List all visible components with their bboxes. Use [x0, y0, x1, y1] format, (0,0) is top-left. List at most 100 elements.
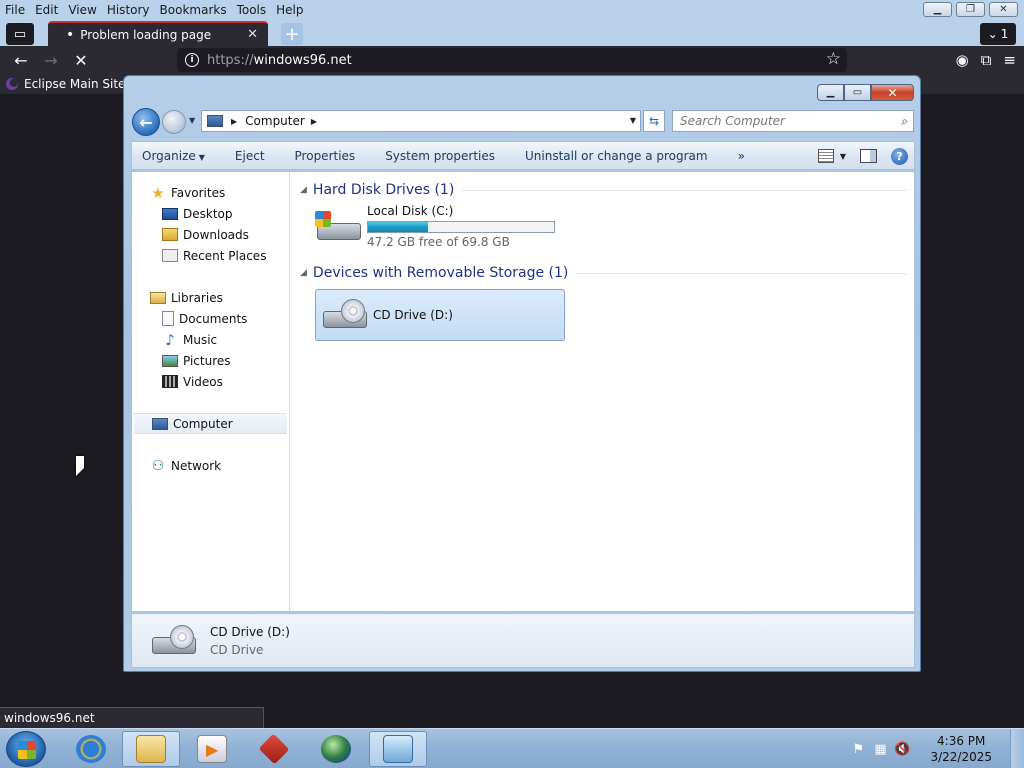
show-desktop-button[interactable] — [1010, 729, 1024, 768]
url-bar[interactable]: i https://windows96.net ☆ — [177, 48, 847, 72]
nav-videos[interactable]: Videos — [132, 371, 289, 392]
group-removable-label: Devices with Removable Storage (1) — [312, 265, 569, 281]
nav-favorites[interactable]: ★ Favorites — [132, 182, 289, 203]
nav-documents[interactable]: Documents — [132, 308, 289, 329]
search-box[interactable]: Search Computer ⌕ — [672, 110, 914, 132]
local-disk-name: Local Disk (C:) — [367, 204, 454, 218]
preview-pane-icon[interactable] — [860, 149, 877, 163]
nav-music[interactable]: ♪ Music — [132, 329, 289, 350]
cd-drive-large-icon — [148, 623, 196, 659]
taskbar-red-app[interactable] — [245, 731, 303, 767]
local-disk-c[interactable]: Local Disk (C:) 47.2 GB free of 69.8 GB — [313, 204, 555, 249]
bookmark-eclipse[interactable]: Eclipse Main Site — [24, 77, 125, 91]
taskbar-explorer[interactable] — [122, 731, 180, 767]
menu-bookmarks[interactable]: Bookmarks — [155, 3, 232, 17]
nav-desktop[interactable]: Desktop — [132, 203, 289, 224]
nav-pictures[interactable]: Pictures — [132, 350, 289, 371]
nav-libraries[interactable]: Libraries — [132, 287, 289, 308]
refresh-button[interactable]: ⇆ — [643, 110, 665, 132]
eject-button[interactable]: Eject — [235, 149, 265, 163]
cd-drive-d[interactable]: CD Drive (D:) — [315, 289, 565, 341]
nav-network[interactable]: ⚇ Network — [132, 455, 289, 476]
clock[interactable]: 4:36 PM 3/22/2025 — [930, 733, 992, 765]
view-dropdown-icon[interactable]: ▼ — [840, 152, 846, 161]
explorer-close-button[interactable]: ✕ — [871, 84, 914, 101]
uninstall-program-button[interactable]: Uninstall or change a program — [525, 149, 708, 163]
nav-libraries-label: Libraries — [171, 290, 223, 305]
network-tray-icon[interactable]: ▦ — [872, 741, 888, 757]
nav-favorites-label: Favorites — [171, 185, 226, 200]
menu-history[interactable]: History — [102, 3, 155, 17]
network-icon: ⚇ — [151, 457, 165, 474]
navigation-pane: ★ Favorites Desktop Downloads Recent Plac… — [132, 172, 290, 611]
command-bar-right: ▼ ? — [817, 145, 908, 167]
start-button[interactable] — [6, 731, 46, 767]
taskbar-media-player[interactable] — [183, 731, 241, 767]
explorer-maximize-button[interactable]: ▭ — [844, 84, 871, 101]
close-button[interactable]: ✕ — [989, 2, 1018, 17]
group-hard-disk-drives[interactable]: ◢ Hard Disk Drives (1) — [300, 182, 908, 198]
explorer-minimize-button[interactable]: ▁ — [817, 84, 844, 101]
stop-button[interactable]: ✕ — [66, 46, 96, 74]
nav-downloads[interactable]: Downloads — [132, 224, 289, 245]
minimize-button[interactable]: ▁ — [923, 2, 952, 17]
hamburger-menu-icon[interactable]: ≡ — [1003, 51, 1016, 69]
address-dropdown-icon[interactable]: ▼ — [630, 116, 636, 125]
pictures-icon — [162, 354, 178, 367]
nav-recent-label: Recent Places — [183, 248, 267, 263]
tab-list-icon: ▭ — [13, 26, 27, 42]
system-properties-button[interactable]: System properties — [385, 149, 495, 163]
forward-button[interactable]: → — [36, 46, 66, 74]
new-tab-button[interactable]: + — [281, 23, 303, 45]
menu-tools[interactable]: Tools — [232, 3, 272, 17]
restore-button[interactable]: ❐ — [956, 2, 985, 17]
address-bar[interactable]: ▶ Computer ▶ ▼ — [201, 110, 641, 132]
explorer-forward-button[interactable] — [162, 110, 186, 134]
help-icon[interactable]: ? — [891, 147, 908, 165]
nav-recent-places[interactable]: Recent Places — [132, 245, 289, 266]
firefox-view-button[interactable]: ▭ — [6, 23, 34, 45]
back-button[interactable]: ← — [6, 46, 36, 74]
properties-button[interactable]: Properties — [295, 149, 356, 163]
tab-close-icon[interactable]: ✕ — [247, 27, 258, 42]
search-icon[interactable]: ⌕ — [901, 114, 908, 129]
chevron-right-icon[interactable]: ▶ — [311, 117, 317, 126]
taskbar-globe-app[interactable] — [307, 731, 365, 767]
recent-places-icon — [162, 249, 178, 262]
star-icon: ★ — [151, 183, 165, 202]
group-removable-storage[interactable]: ◢ Devices with Removable Storage (1) — [300, 265, 908, 281]
account-icon[interactable]: ◉ — [956, 51, 969, 69]
local-disk-free: 47.2 GB free of 69.8 GB — [367, 235, 510, 249]
history-dropdown-icon[interactable]: ▼ — [189, 116, 195, 125]
explorer-back-button[interactable]: ← — [132, 108, 160, 136]
menu-view[interactable]: View — [63, 3, 101, 17]
disk-usage-bar — [367, 221, 555, 233]
volume-muted-icon[interactable]: 🔇 — [894, 741, 910, 757]
computer-icon — [207, 115, 223, 127]
tab-bar: ▭ • Problem loading page ✕ + ⌄ 1 — [0, 20, 1024, 46]
more-commands-button[interactable]: » — [738, 149, 745, 163]
info-icon[interactable]: i — [185, 53, 199, 67]
browser-tab[interactable]: • Problem loading page ✕ — [48, 21, 268, 46]
menu-file[interactable]: File — [0, 3, 30, 17]
computer-icon — [152, 417, 168, 430]
taskbar-internet-explorer[interactable] — [62, 731, 120, 767]
menu-help[interactable]: Help — [271, 3, 308, 17]
change-view-icon[interactable] — [817, 149, 834, 163]
url-text[interactable]: https://windows96.net — [207, 53, 352, 68]
list-all-tabs-button[interactable]: ⌄ 1 — [980, 23, 1016, 45]
taskbar-control-panel[interactable] — [369, 731, 427, 767]
breadcrumb-computer[interactable]: Computer — [245, 114, 305, 128]
nav-computer[interactable]: Computer — [134, 413, 287, 434]
nav-documents-label: Documents — [179, 311, 248, 326]
flag-icon[interactable]: ⚑ — [850, 741, 866, 757]
chevron-right-icon[interactable]: ▶ — [231, 117, 237, 126]
menu-edit[interactable]: Edit — [30, 3, 63, 17]
bookmark-star-icon[interactable]: ☆ — [826, 49, 841, 69]
organize-button[interactable]: Organize ▼ — [142, 149, 205, 163]
nav-right-tools: ◉ ⧉ ≡ — [956, 46, 1016, 74]
collapse-triangle-icon: ◢ — [300, 185, 307, 195]
disk-usage-fill — [368, 222, 429, 232]
extensions-icon[interactable]: ⧉ — [981, 51, 992, 69]
divider — [462, 189, 908, 191]
